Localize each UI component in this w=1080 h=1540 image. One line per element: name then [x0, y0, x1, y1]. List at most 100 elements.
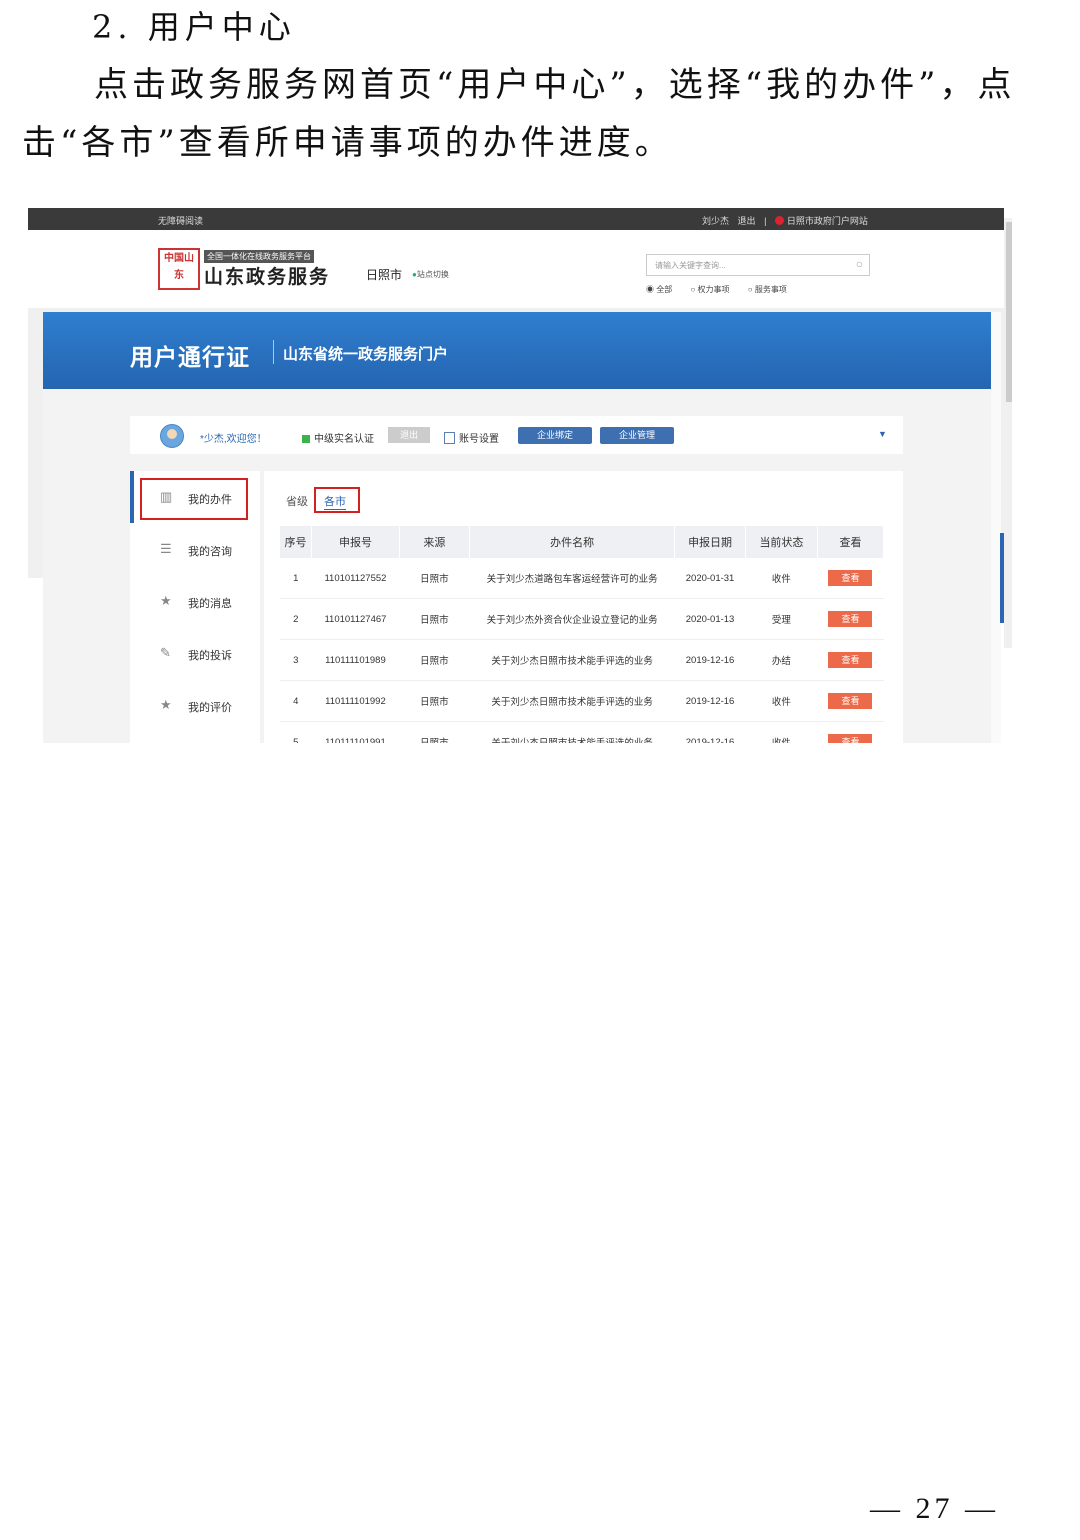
welcome-text: *少杰,欢迎您！: [200, 434, 267, 445]
cell-name: 关于刘少杰日照市技术能手评选的业务: [469, 639, 675, 681]
cell-name: 关于刘少杰日照市技术能手评选的业务: [469, 721, 675, 743]
top-right-links: 刘少杰 退出 | 日照市政府门户网站: [702, 214, 880, 227]
view-button[interactable]: 查看: [828, 652, 873, 668]
cell-no: 1: [280, 558, 312, 599]
tab-province[interactable]: 省级: [286, 493, 308, 509]
sidebar-item-label: 我的咨询: [188, 546, 232, 558]
search-input[interactable]: 请输入关键字查询... ○: [646, 254, 870, 276]
sidebar-item-my-messages[interactable]: ★ 我的消息: [130, 581, 260, 621]
account-settings-label: 账号设置: [459, 434, 499, 445]
username-link[interactable]: 刘少杰: [702, 216, 729, 226]
view-button[interactable]: 查看: [828, 611, 873, 627]
account-settings-link[interactable]: 账号设置: [444, 430, 499, 445]
cert-level: 中级实名认证: [302, 430, 374, 445]
panel-header: 用户通行证 山东省统一政务服务门户: [43, 312, 991, 389]
emblem-icon: [774, 216, 784, 225]
radio-all-label: 全部: [656, 285, 673, 294]
cell-status: 受理: [745, 598, 818, 640]
panel-title: 用户通行证: [130, 344, 250, 370]
cell-view: 查看: [817, 558, 884, 599]
sidebar-item-label: 我的评价: [188, 702, 232, 714]
cell-date: 2019-12-16: [674, 639, 746, 681]
cell-status: 收件: [745, 558, 818, 599]
cell-date: 2019-12-16: [674, 680, 746, 722]
cert-label: 中级实名认证: [314, 434, 374, 445]
settings-doc-icon: [444, 432, 455, 444]
cell-id: 110111101992: [311, 680, 400, 722]
table-row: 3 110111101989 日照市 关于刘少杰日照市技术能手评选的业务 201…: [280, 639, 884, 681]
chevron-down-icon[interactable]: ▼: [878, 429, 887, 439]
avatar: [160, 424, 184, 448]
instruction-paragraph: 点击政务服务网首页“用户中心”，选择“我的办件”，点击“各市”查看所申请事项的办…: [22, 65, 1016, 163]
star-icon: ★: [160, 593, 172, 608]
cell-view: 查看: [817, 721, 884, 743]
current-city: 日照市: [366, 268, 403, 282]
sidebar-item-my-reviews[interactable]: ★ 我的评价: [130, 685, 260, 725]
site-header: 中国山东 全国一体化在线政务服务平台 山东政务服务 日照市 ●站点切换 请输入关…: [28, 230, 1004, 330]
search-placeholder: 请输入关键字查询...: [655, 261, 726, 270]
portal-screenshot: 无障碍阅读 刘少杰 退出 | 日照市政府门户网站 中国山东 全国一体化在线政务服…: [28, 208, 1016, 743]
cell-source: 日照市: [399, 680, 470, 722]
cell-id: 110111101991: [311, 721, 400, 743]
top-bar: 无障碍阅读 刘少杰 退出 | 日照市政府门户网站: [28, 208, 1004, 230]
sidebar-item-my-complaints[interactable]: ✎ 我的投诉: [130, 633, 260, 673]
cell-id: 110111101989: [311, 639, 400, 681]
view-button[interactable]: 查看: [828, 734, 873, 743]
radio-all[interactable]: ◉ 全部: [646, 285, 680, 294]
logo-seal-icon[interactable]: 中国山东: [158, 248, 200, 290]
cell-view: 查看: [817, 639, 884, 681]
logo-seal-text: 中国山东: [164, 253, 194, 281]
cell-no: 5: [280, 721, 312, 743]
cell-status: 办结: [745, 639, 818, 681]
page-scrollbar-thumb[interactable]: [1006, 222, 1012, 402]
column-header: 办件名称: [469, 526, 676, 558]
view-button[interactable]: 查看: [828, 570, 873, 586]
column-header: 申报号: [311, 526, 400, 558]
cases-table: 序号 申报号 来源 办件名称 申报日期 当前状态 查看 1 1101011275…: [280, 526, 885, 743]
sidebar-item-label: 我的消息: [188, 598, 232, 610]
cases-content: 省级 各市 序号 申报号 来源 办件名称 申报日期 当前状态 查看 1 1101…: [264, 471, 903, 743]
enterprise-manage-button[interactable]: 企业管理: [600, 427, 674, 444]
cell-no: 3: [280, 639, 312, 681]
search-scope-radios: ◉ 全部 ○ 权力事项 ○ 服务事项: [646, 284, 803, 295]
sidebar-item-my-consultations[interactable]: ☰ 我的咨询: [130, 529, 260, 569]
panel-subtitle: 山东省统一政务服务门户: [283, 346, 449, 363]
view-button[interactable]: 查看: [828, 693, 873, 709]
section-heading: 2. 用户中心: [92, 8, 296, 46]
search-icon[interactable]: ○: [856, 257, 863, 271]
radio-service[interactable]: ○ 服务事项: [748, 285, 795, 294]
panel-scrollbar-track[interactable]: [991, 312, 1001, 743]
column-header: 序号: [280, 526, 313, 558]
city-switch-link[interactable]: ●站点切换: [412, 269, 449, 280]
column-header: 查看: [817, 526, 885, 558]
logout-button[interactable]: 退出: [388, 427, 430, 443]
cell-date: 2020-01-13: [674, 598, 746, 640]
cell-view: 查看: [817, 680, 884, 722]
column-header: 当前状态: [745, 526, 818, 558]
panel-scrollbar-thumb[interactable]: [1000, 533, 1004, 623]
cell-view: 查看: [817, 598, 884, 640]
logo-name[interactable]: 山东政务服务: [204, 262, 330, 289]
table-row: 5 110111101991 日照市 关于刘少杰日照市技术能手评选的业务 201…: [280, 721, 884, 743]
cell-status: 收件: [745, 680, 818, 722]
portal-link-label: 日照市政府门户网站: [786, 216, 868, 226]
radio-service-label: 服务事项: [754, 285, 787, 294]
cell-date: 2019-12-16: [674, 721, 746, 743]
highlight-box: [314, 487, 360, 513]
database-icon: ☰: [160, 541, 172, 556]
title-divider: [273, 340, 274, 364]
cell-no: 2: [280, 598, 312, 640]
highlight-box: [140, 478, 248, 520]
radio-power[interactable]: ○ 权力事项: [690, 285, 737, 294]
column-header: 申报日期: [674, 526, 746, 558]
user-center-panel: 用户通行证 山东省统一政务服务门户 *少杰,欢迎您！ 中级实名认证 退出 账号设…: [43, 312, 991, 743]
table-row: 2 110101127467 日照市 关于刘少杰外资合伙企业设立登记的业务 20…: [280, 598, 884, 640]
cell-id: 110101127467: [311, 598, 400, 640]
cell-source: 日照市: [399, 558, 470, 599]
enterprise-bind-button[interactable]: 企业绑定: [518, 427, 592, 444]
edit-icon: ✎: [160, 645, 171, 660]
top-logout-link[interactable]: 退出: [738, 216, 756, 226]
portal-link[interactable]: 日照市政府门户网站: [774, 216, 874, 226]
accessibility-link[interactable]: 无障碍阅读: [158, 214, 203, 227]
cell-id: 110101127552: [311, 558, 400, 599]
